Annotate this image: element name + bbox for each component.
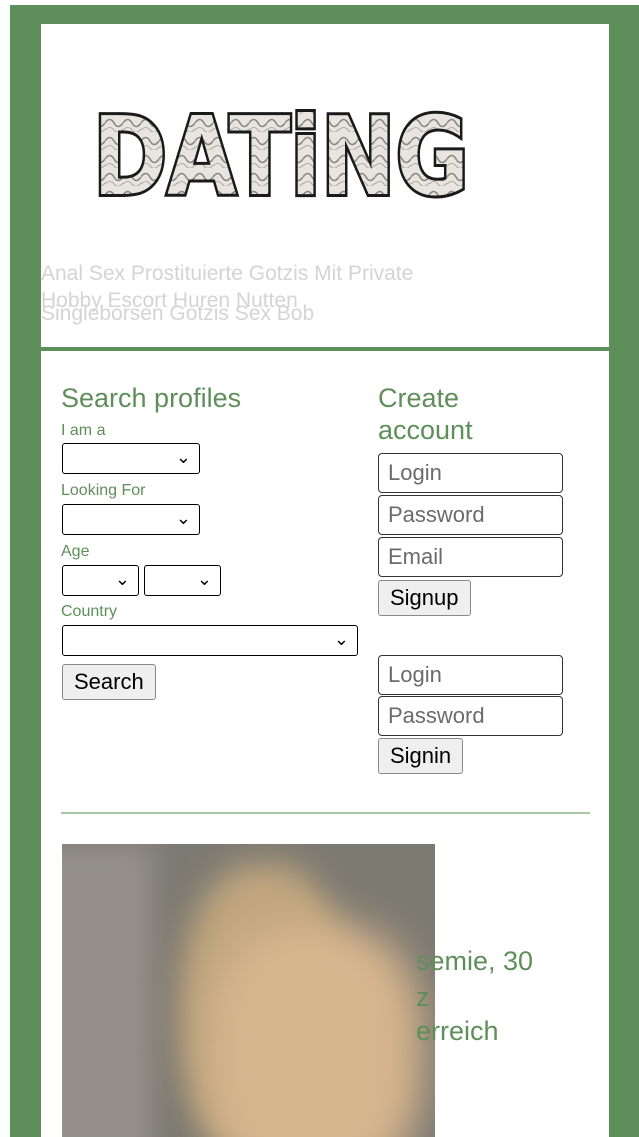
- signup-email-input[interactable]: Email: [378, 537, 563, 577]
- top-border: [0, 0, 639, 5]
- header: DATiNG Anal Sex Prostituierte Gotzis Mit…: [41, 24, 609, 347]
- country-select[interactable]: ⌄: [62, 625, 358, 656]
- signup-login-input[interactable]: Login: [378, 453, 563, 493]
- chevron-down-icon: ⌄: [114, 569, 130, 589]
- ghost-title-line2b: Singleborsen Gotzis Sex Bob: [41, 302, 315, 325]
- profile-city: z: [416, 982, 430, 1012]
- looking-for-select[interactable]: ⌄: [62, 504, 200, 535]
- age-from-select[interactable]: ⌄: [62, 565, 139, 596]
- create-account-title-line1: Create: [378, 383, 460, 413]
- section-divider: [61, 812, 590, 814]
- signin-button[interactable]: Signin: [378, 738, 464, 774]
- signup-button[interactable]: Signup: [378, 580, 471, 616]
- age-label: Age: [61, 543, 90, 560]
- i-am-select[interactable]: ⌄: [62, 443, 200, 474]
- signup-password-input[interactable]: Password: [378, 495, 563, 535]
- create-account-title-line2: account: [378, 415, 473, 445]
- profile-name-age[interactable]: semie, 30: [416, 946, 533, 977]
- chevron-down-icon: ⌄: [175, 508, 191, 528]
- i-am-label: I am a: [61, 422, 106, 439]
- looking-for-label: Looking For: [61, 482, 146, 499]
- signin-password-input[interactable]: Password: [378, 696, 563, 736]
- profile-photo[interactable]: [62, 844, 435, 1137]
- create-account-title: Create account: [378, 382, 473, 446]
- chevron-down-icon: ⌄: [196, 569, 212, 589]
- chevron-down-icon: ⌄: [175, 447, 191, 467]
- profile-country: erreich: [416, 1016, 499, 1046]
- logo-text: DATiNG: [93, 95, 469, 220]
- dating-logo[interactable]: DATiNG: [87, 78, 477, 228]
- chevron-down-icon: ⌄: [333, 629, 349, 649]
- header-divider: [41, 347, 609, 351]
- search-button[interactable]: Search: [62, 664, 156, 700]
- country-label: Country: [61, 603, 118, 620]
- age-to-select[interactable]: ⌄: [144, 565, 221, 596]
- page-container: DATiNG Anal Sex Prostituierte Gotzis Mit…: [41, 24, 609, 1137]
- search-profiles-title: Search profiles: [61, 383, 242, 413]
- signin-login-input[interactable]: Login: [378, 655, 563, 695]
- left-border: [0, 0, 10, 1137]
- ghost-title-line1[interactable]: Anal Sex Prostituierte Gotzis Mit Privat…: [41, 262, 413, 286]
